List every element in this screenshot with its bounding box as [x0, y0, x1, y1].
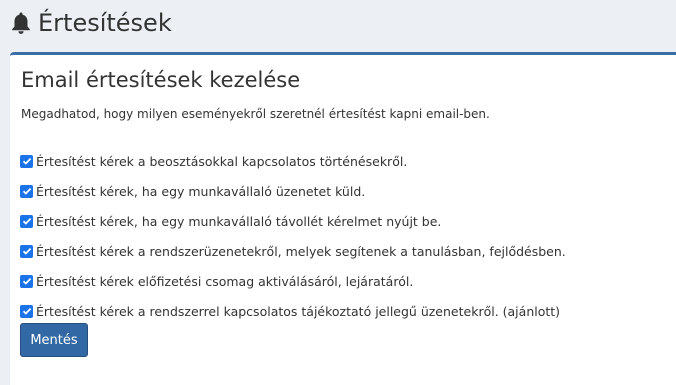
checkmark-icon [22, 307, 31, 315]
option-subscription[interactable]: Értesítést kérek előfizetési csomag akti… [20, 266, 566, 296]
option-label: Értesítést kérek előfizetési csomag akti… [36, 273, 414, 289]
checkbox-system-messages[interactable] [20, 244, 33, 258]
option-informational[interactable]: Értesítést kérek a rendszerrel kapcsolat… [20, 296, 566, 326]
option-leave-request[interactable]: Értesítést kérek, ha egy munkavállaló tá… [20, 206, 566, 236]
page-header: Értesítések [10, 8, 172, 38]
notification-options-list: Értesítést kérek a beosztásokkal kapcsol… [20, 146, 566, 326]
checkbox-scheduling[interactable] [20, 154, 33, 168]
option-label: Értesítést kérek, ha egy munkavállaló üz… [36, 183, 366, 199]
card-description: Megadhatod, hogy milyen eseményekről sze… [21, 107, 490, 121]
save-button[interactable]: Mentés [20, 323, 88, 357]
bell-icon [12, 12, 30, 34]
option-label: Értesítést kérek a rendszerrel kapcsolat… [36, 303, 561, 319]
option-employee-message[interactable]: Értesítést kérek, ha egy munkavállaló üz… [20, 176, 566, 206]
checkbox-leave-request[interactable] [20, 214, 33, 228]
checkmark-icon [22, 217, 31, 225]
option-label: Értesítést kérek, ha egy munkavállaló tá… [36, 213, 442, 229]
checkmark-icon [22, 187, 31, 195]
checkmark-icon [22, 157, 31, 165]
page-title: Értesítések [38, 9, 172, 37]
option-label: Értesítést kérek a rendszerüzenetekről, … [36, 243, 566, 259]
checkmark-icon [22, 277, 31, 285]
card-title: Email értesítések kezelése [21, 68, 301, 92]
option-system-messages[interactable]: Értesítést kérek a rendszerüzenetekről, … [20, 236, 566, 266]
checkbox-informational[interactable] [20, 304, 33, 318]
email-notifications-card: Email értesítések kezelése Megadhatod, h… [10, 52, 676, 385]
checkbox-subscription[interactable] [20, 274, 33, 288]
option-label: Értesítést kérek a beosztásokkal kapcsol… [36, 153, 408, 169]
option-scheduling[interactable]: Értesítést kérek a beosztásokkal kapcsol… [20, 146, 566, 176]
checkmark-icon [22, 247, 31, 255]
checkbox-employee-message[interactable] [20, 184, 33, 198]
